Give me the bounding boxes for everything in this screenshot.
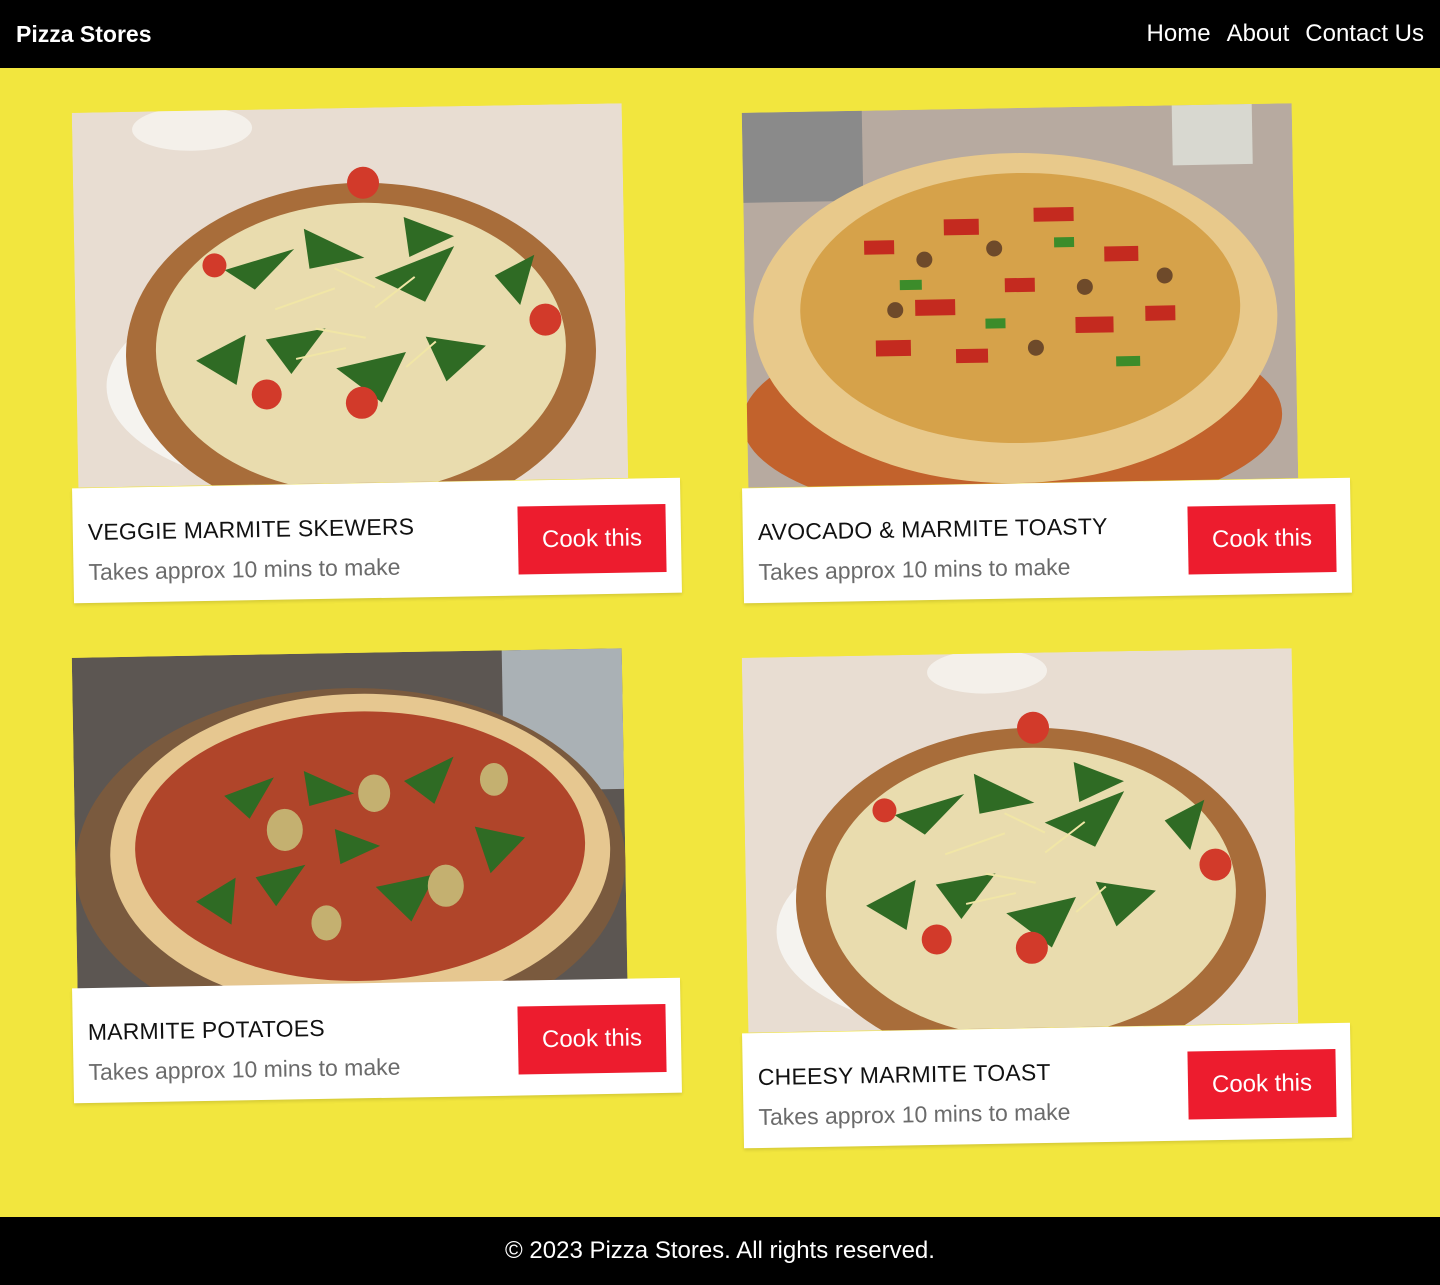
recipe-title: AVOCADO & MARMITE TOASTY — [757, 512, 1108, 546]
recipe-card-body: CHEESY MARMITE TOAST Takes approx 10 min… — [742, 1022, 1352, 1149]
recipe-card-body: AVOCADO & MARMITE TOASTY Takes approx 10… — [742, 477, 1352, 604]
recipe-card-body: MARMITE POTATOES Takes approx 10 mins to… — [72, 977, 682, 1104]
brand-name[interactable]: Pizza Stores — [16, 21, 152, 48]
top-navbar: Pizza Stores Home About Contact Us — [0, 0, 1440, 68]
cook-this-button[interactable]: Cook this — [1187, 1048, 1337, 1120]
copyright-text: © 2023 Pizza Stores. All rights reserved… — [505, 1237, 935, 1264]
nav-home-link[interactable]: Home — [1147, 20, 1211, 48]
pizza-photo — [741, 648, 1299, 1033]
recipe-card-body: VEGGIE MARMITE SKEWERS Takes approx 10 m… — [72, 477, 682, 604]
nav-links: Home About Contact Us — [1147, 20, 1424, 48]
pizza-photo — [71, 103, 629, 488]
nav-contact-link[interactable]: Contact Us — [1305, 20, 1424, 48]
page-footer: © 2023 Pizza Stores. All rights reserved… — [0, 1217, 1440, 1285]
cook-this-button[interactable]: Cook this — [517, 503, 667, 575]
pizza-photo — [741, 103, 1299, 488]
nav-about-link[interactable]: About — [1227, 20, 1290, 48]
recipe-title: MARMITE POTATOES — [87, 1014, 326, 1046]
pizza-photo — [71, 648, 629, 1033]
recipe-time: Takes approx 10 mins to make — [758, 553, 1071, 586]
recipe-time: Takes approx 10 mins to make — [758, 1098, 1071, 1131]
cook-this-button[interactable]: Cook this — [1187, 503, 1337, 575]
cook-this-button[interactable]: Cook this — [517, 1003, 667, 1075]
recipe-title: VEGGIE MARMITE SKEWERS — [87, 513, 415, 546]
recipe-title: CHEESY MARMITE TOAST — [757, 1058, 1051, 1091]
recipe-time: Takes approx 10 mins to make — [88, 553, 401, 586]
recipe-time: Takes approx 10 mins to make — [88, 1053, 401, 1086]
